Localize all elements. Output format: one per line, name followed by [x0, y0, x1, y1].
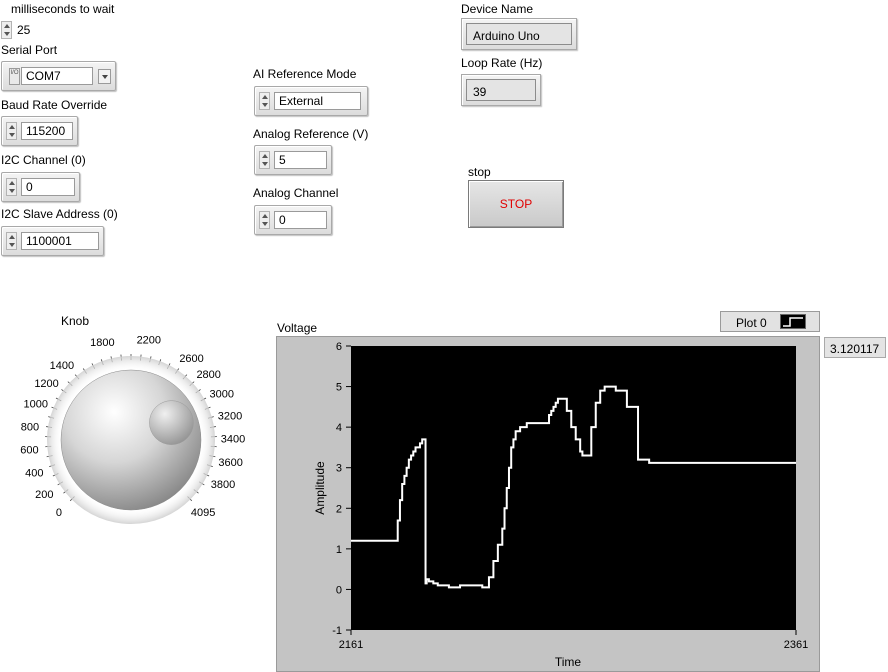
analog-ref-spinner[interactable]	[259, 151, 270, 169]
knob-scale-label: 600	[20, 445, 38, 457]
knob-scale-label: 3200	[218, 410, 242, 422]
analog-ref-control[interactable]: 5	[254, 145, 332, 175]
y-tick-label: 6	[336, 341, 342, 353]
knob-scale-label: 3600	[218, 457, 242, 469]
knob-scale-label: 2800	[196, 369, 220, 381]
device-name-label: Device Name	[461, 2, 534, 16]
ai-ref-mode-label: AI Reference Mode	[253, 67, 357, 81]
io-icon: I/O	[9, 68, 20, 85]
plot-legend[interactable]: Plot 0	[720, 311, 820, 332]
y-tick-label: 5	[336, 382, 342, 394]
knob-scale-label: 200	[35, 489, 53, 501]
analog-ref-field[interactable]: 5	[274, 151, 327, 169]
knob-scale-label: 3800	[211, 479, 235, 491]
ai-ref-mode-spinner[interactable]	[259, 92, 270, 110]
stop-label: stop	[468, 165, 491, 179]
i2c-channel-spinner[interactable]	[6, 178, 17, 196]
analog-channel-label: Analog Channel	[253, 186, 339, 200]
y-tick-label: 3	[336, 463, 342, 475]
stop-button[interactable]: STOP	[468, 180, 564, 228]
baud-rate-control[interactable]: 115200	[1, 116, 78, 146]
i2c-slave-control[interactable]: 1100001	[1, 226, 104, 256]
loop-rate-value: 39	[466, 79, 536, 101]
i2c-channel-control[interactable]: 0	[1, 172, 80, 202]
knob-scale-label: 1400	[50, 360, 74, 372]
y-tick-label: -1	[332, 625, 342, 637]
analog-channel-spinner[interactable]	[259, 211, 270, 229]
ms-wait-control[interactable]: 25	[1, 19, 63, 41]
analog-channel-control[interactable]: 0	[254, 205, 332, 235]
y-tick-label: 4	[336, 422, 342, 434]
baud-rate-label: Baud Rate Override	[1, 98, 108, 112]
knob-scale-label: 2200	[137, 335, 161, 347]
serial-port-label: Serial Port	[1, 43, 58, 57]
loop-rate-indicator: 39	[461, 74, 541, 106]
knob-scale-label: 1200	[34, 378, 58, 390]
y-tick-label: 2	[336, 503, 342, 515]
knob-scale-label: 400	[25, 468, 43, 480]
baud-rate-field[interactable]: 115200	[21, 122, 73, 140]
x-axis-label: Time	[555, 655, 582, 669]
x-tick-label: 2161	[339, 639, 363, 651]
digital-display: 3.120117	[824, 337, 886, 358]
baud-rate-spinner[interactable]	[6, 122, 17, 140]
ms-wait-field[interactable]: 25	[14, 21, 62, 38]
knob-scale-label: 800	[21, 421, 39, 433]
x-axis: 2161 2361	[339, 630, 808, 651]
step-plot-icon	[780, 314, 806, 329]
chevron-down-icon[interactable]	[98, 69, 111, 84]
ms-wait-label: milliseconds to wait	[11, 2, 115, 16]
i2c-channel-label: I2C Channel (0)	[1, 153, 86, 167]
i2c-slave-spinner[interactable]	[6, 232, 17, 250]
y-axis-label: Amplitude	[313, 461, 327, 515]
knob[interactable]: 0200 400 600 800 1000 1200 1400 1800 2200 2600 280…	[0, 318, 270, 528]
analog-channel-field[interactable]: 0	[274, 211, 327, 229]
serial-port-control[interactable]: I/O COM7	[1, 61, 116, 91]
ms-wait-spinner[interactable]	[1, 21, 12, 39]
ai-ref-mode-control[interactable]: External	[254, 86, 368, 116]
voltage-chart: -1 0 1 2 3 4 5 6 2161 2361 Time Amplitude	[313, 341, 808, 669]
analog-ref-label: Analog Reference (V)	[253, 127, 369, 141]
knob-scale-label: 4095	[191, 507, 215, 519]
y-tick-label: 1	[336, 544, 342, 556]
i2c-slave-field[interactable]: 1100001	[21, 232, 99, 250]
device-name-value: Arduino Uno	[466, 23, 572, 45]
knob-scale-label: 3000	[209, 388, 233, 400]
knob-pointer[interactable]	[149, 400, 194, 445]
y-axis: -1 0 1 2 3 4 5 6	[332, 341, 351, 637]
plot-legend-name: Plot 0	[736, 316, 767, 330]
device-name-indicator: Arduino Uno	[461, 18, 577, 50]
knob-scale-label: 2600	[179, 353, 203, 365]
knob-scale-label: 1800	[90, 337, 114, 349]
i2c-slave-label: I2C Slave Address (0)	[1, 207, 118, 221]
knob-scale-label: 3400	[221, 434, 245, 446]
graph-title: Voltage	[277, 321, 318, 335]
plot-area	[351, 346, 796, 630]
knob-scale-label: 1000	[23, 399, 47, 411]
loop-rate-label: Loop Rate (Hz)	[461, 56, 543, 70]
knob-scale-label: 0	[56, 507, 62, 519]
ai-ref-mode-field[interactable]: External	[274, 92, 361, 110]
serial-port-field[interactable]: COM7	[21, 67, 93, 85]
i2c-channel-field[interactable]: 0	[21, 178, 75, 196]
y-tick-label: 0	[336, 584, 342, 596]
stop-button-text: STOP	[499, 197, 533, 211]
x-tick-label: 2361	[784, 639, 808, 651]
